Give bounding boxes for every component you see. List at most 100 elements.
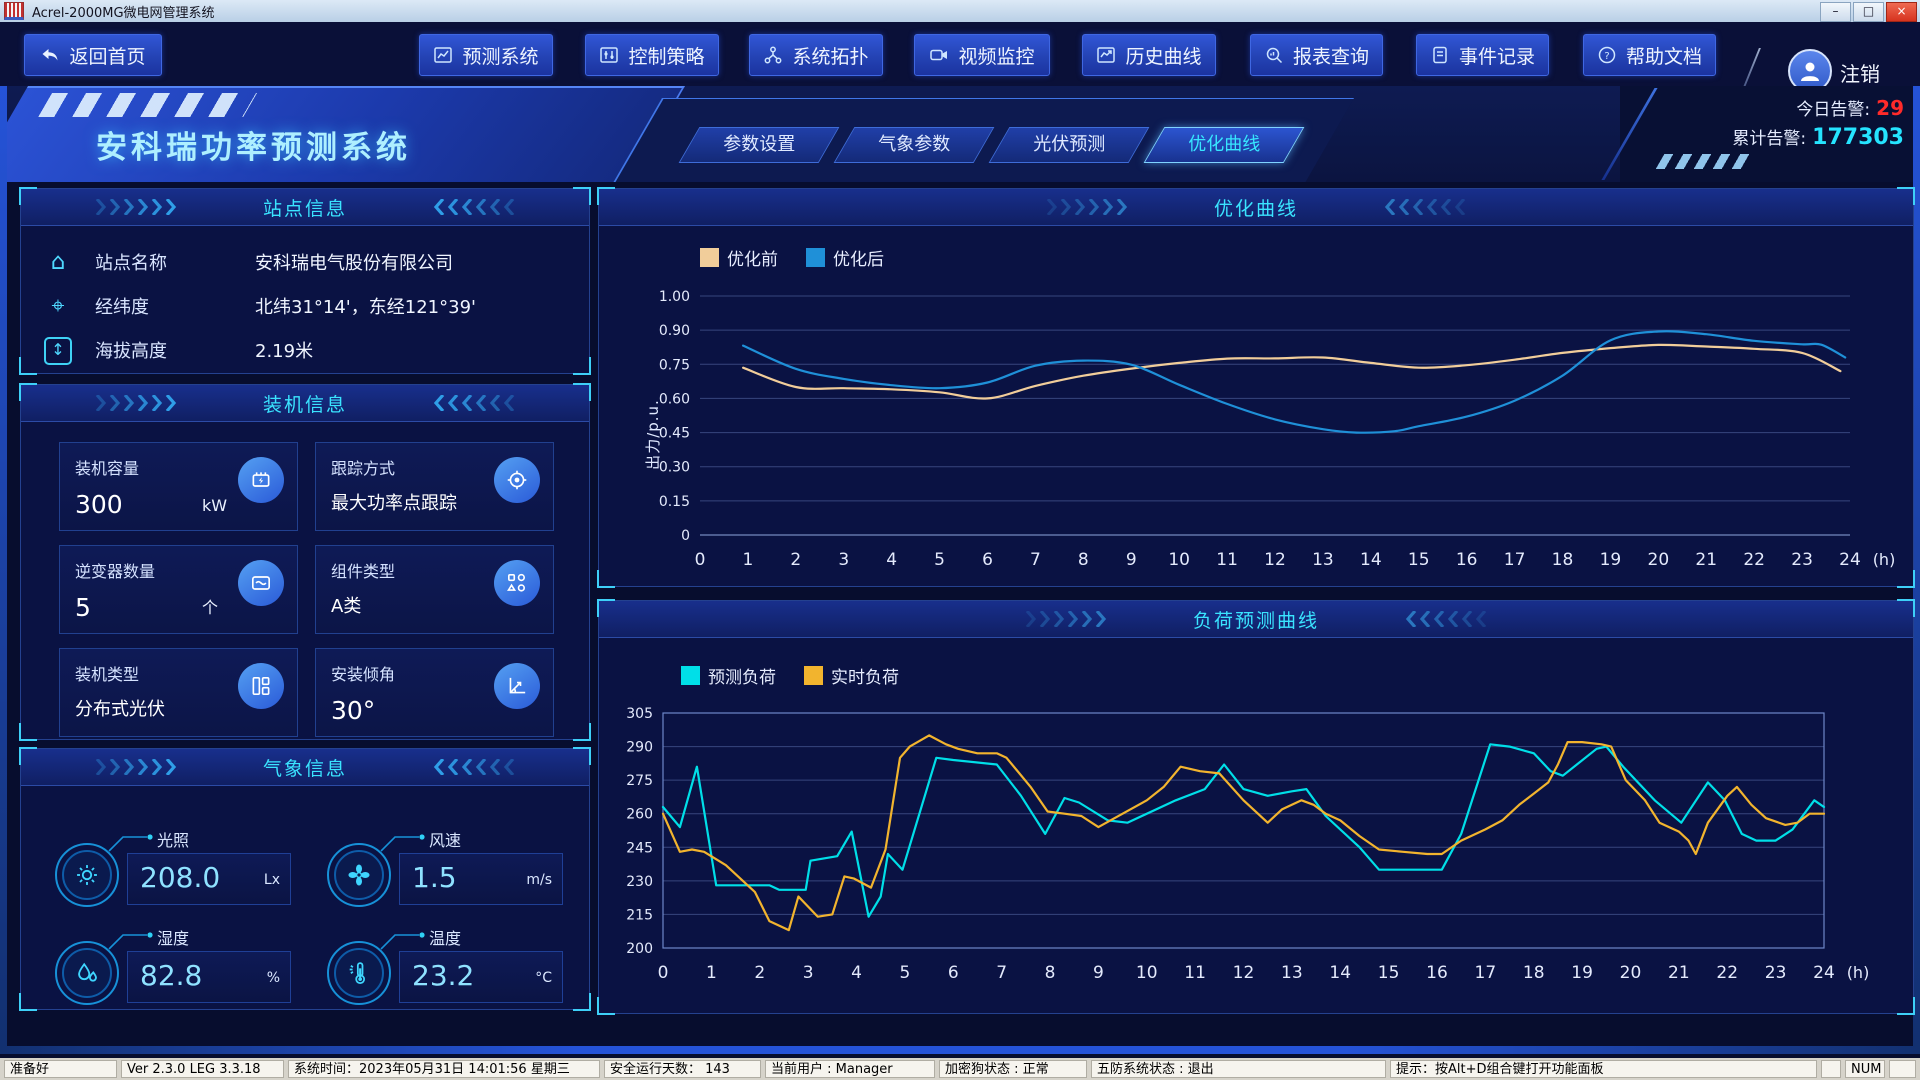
nav-button-help-docs[interactable]: ? 帮助文档 — [1583, 34, 1716, 76]
forecast-chart-icon — [433, 45, 453, 65]
tab-weather-parameters[interactable]: 气象参数 — [834, 127, 995, 163]
optimization-legend: 优化前 优化后 — [700, 245, 884, 270]
load-forecast-chart: 2002152302452602752903050123456789101112… — [599, 638, 1911, 1013]
page-title: 安科瑞功率预测系统 — [96, 122, 411, 167]
legend-swatch — [806, 248, 825, 267]
fan-icon — [345, 861, 373, 889]
tracking-mode-value: 最大功率点跟踪 — [331, 489, 457, 515]
svg-text:21: 21 — [1695, 550, 1717, 570]
tab-parameter-settings[interactable]: 参数设置 — [679, 127, 840, 163]
chevrons-right-icon — [95, 199, 193, 215]
nav-button-control-strategy[interactable]: 控制策略 — [585, 34, 719, 76]
irradiance-value-box: 208.0 Lx — [127, 853, 291, 905]
window-title: Acrel-2000MG微电网管理系统 — [32, 2, 215, 21]
svg-text:1: 1 — [706, 963, 717, 983]
svg-text:14: 14 — [1329, 963, 1351, 983]
temperature-value: 23.2 — [412, 959, 474, 992]
chevrons-left-icon — [417, 759, 515, 775]
humidity-icon — [73, 959, 101, 987]
load-forecast-legend: 预测负荷 实时负荷 — [681, 663, 899, 688]
svg-text:10: 10 — [1168, 550, 1190, 570]
status-dongle: 加密狗状态 : 正常 — [939, 1060, 1087, 1078]
svg-text:13: 13 — [1312, 550, 1334, 570]
site-name-row: ⌂ 站点名称 安科瑞电气股份有限公司 — [21, 240, 589, 284]
alarm-summary: 今日告警:29 累计告警:177303 — [1732, 94, 1904, 153]
svg-text:15: 15 — [1378, 963, 1400, 983]
legend-swatch — [700, 248, 719, 267]
nav-button-video-monitor[interactable]: 视频监控 — [914, 34, 1050, 76]
svg-text:7: 7 — [996, 963, 1007, 983]
chevrons-left-icon — [1368, 199, 1466, 215]
minimize-button[interactable]: – — [1820, 2, 1851, 22]
svg-text:8: 8 — [1045, 963, 1056, 983]
page-header: 安科瑞功率预测系统 参数设置 气象参数 光伏预测 优化曲线 今日告警:29 累计… — [0, 86, 1920, 182]
svg-text:0.30: 0.30 — [659, 460, 690, 476]
gauge-connector — [107, 831, 155, 853]
window-titlebar: Acrel-2000MG微电网管理系统 – □ × — [0, 0, 1920, 23]
svg-text:12: 12 — [1233, 963, 1255, 983]
svg-text:1: 1 — [743, 550, 754, 570]
svg-text:2: 2 — [754, 963, 765, 983]
optimization-curve-panel: 优化曲线 优化前 优化后 出力/p.u. 00.150.300.450.600.… — [598, 188, 1914, 587]
svg-text:22: 22 — [1743, 550, 1765, 570]
legend-item-forecast-load[interactable]: 预测负荷 — [681, 663, 776, 688]
irradiance-gauge: 光照 208.0 Lx — [55, 829, 307, 921]
wind-speed-value: 1.5 — [412, 861, 457, 894]
tab-pv-forecast[interactable]: 光伏预测 — [989, 127, 1150, 163]
svg-text:0.90: 0.90 — [659, 323, 690, 339]
nav-button-report-query[interactable]: 报表查询 — [1250, 34, 1383, 76]
capacity-card: 装机容量 300 kW — [59, 442, 298, 531]
status-system-time: 系统时间：2023年05月31日 14:01:56 星期三 — [288, 1060, 600, 1078]
svg-text:24: 24 — [1839, 550, 1861, 570]
close-button[interactable]: × — [1886, 2, 1917, 22]
module-type-icon — [494, 560, 540, 606]
coordinates-value: 北纬31°14'，东经121°39' — [255, 293, 476, 319]
altitude-row: ↕ 海拔高度 2.19米 — [21, 328, 589, 372]
svg-text:20: 20 — [1620, 963, 1642, 983]
control-sliders-icon — [599, 45, 619, 65]
svg-text:22: 22 — [1716, 963, 1738, 983]
legend-item-after[interactable]: 优化后 — [806, 245, 884, 270]
install-info-panel: 装机信息 装机容量 300 kW 跟踪方式 最大功率点跟踪 逆变器数量 5 个 … — [20, 384, 590, 740]
humidity-value: 82.8 — [140, 959, 202, 992]
optimization-chart: 00.150.300.450.600.750.901.0001234567891… — [599, 226, 1911, 586]
tab-optimization-curve[interactable]: 优化曲线 — [1144, 127, 1305, 163]
humidity-value-box: 82.8 % — [127, 951, 291, 1003]
status-spacer — [1821, 1060, 1841, 1078]
maximize-button[interactable]: □ — [1853, 2, 1884, 22]
legend-item-before[interactable]: 优化前 — [700, 245, 778, 270]
svg-text:14: 14 — [1360, 550, 1382, 570]
svg-text:0.75: 0.75 — [659, 357, 690, 373]
svg-text:11: 11 — [1216, 550, 1238, 570]
report-search-icon — [1264, 45, 1284, 65]
nav-button-system-topology[interactable]: 系统拓扑 — [749, 34, 883, 76]
svg-text:1.00: 1.00 — [659, 289, 690, 305]
history-curve-icon — [1096, 45, 1116, 65]
temperature-gauge: 温度 23.2 °C — [327, 927, 579, 1019]
nav-button-history-curves[interactable]: 历史曲线 — [1082, 34, 1216, 76]
status-tip: 提示：按Alt+D组合键打开功能面板 — [1390, 1060, 1817, 1078]
nav-button-event-log[interactable]: 事件记录 — [1416, 34, 1549, 76]
load-forecast-header: 负荷预测曲线 — [599, 601, 1913, 638]
coordinates-row: ⌖ 经纬度 北纬31°14'，东经121°39' — [21, 284, 589, 328]
humidity-gauge: 湿度 82.8 % — [55, 927, 307, 1019]
svg-text:11: 11 — [1184, 963, 1206, 983]
svg-text:305: 305 — [626, 706, 653, 722]
gauge-connector — [379, 929, 427, 951]
logout-button[interactable]: 注销 — [1840, 58, 1880, 87]
hazard-stripes-right — [1656, 154, 1757, 169]
svg-text:290: 290 — [626, 740, 653, 756]
alarm-today: 今日告警:29 — [1732, 94, 1904, 124]
legend-item-realtime-load[interactable]: 实时负荷 — [804, 663, 899, 688]
back-home-button[interactable]: 返回首页 — [24, 34, 162, 76]
svg-text:9: 9 — [1126, 550, 1137, 570]
status-five-prevention: 五防系统状态 : 退出 — [1091, 1060, 1386, 1078]
nav-button-forecast-system[interactable]: 预测系统 — [419, 34, 553, 76]
svg-text:23: 23 — [1791, 550, 1813, 570]
svg-text:0.60: 0.60 — [659, 391, 690, 407]
status-safe-days: 安全运行天数： 143 — [604, 1060, 761, 1078]
site-name-value: 安科瑞电气股份有限公司 — [255, 249, 453, 275]
svg-text:7: 7 — [1030, 550, 1041, 570]
svg-text:6: 6 — [948, 963, 959, 983]
load-forecast-panel: 负荷预测曲线 预测负荷 实时负荷 20021523024526027529030… — [598, 600, 1914, 1014]
